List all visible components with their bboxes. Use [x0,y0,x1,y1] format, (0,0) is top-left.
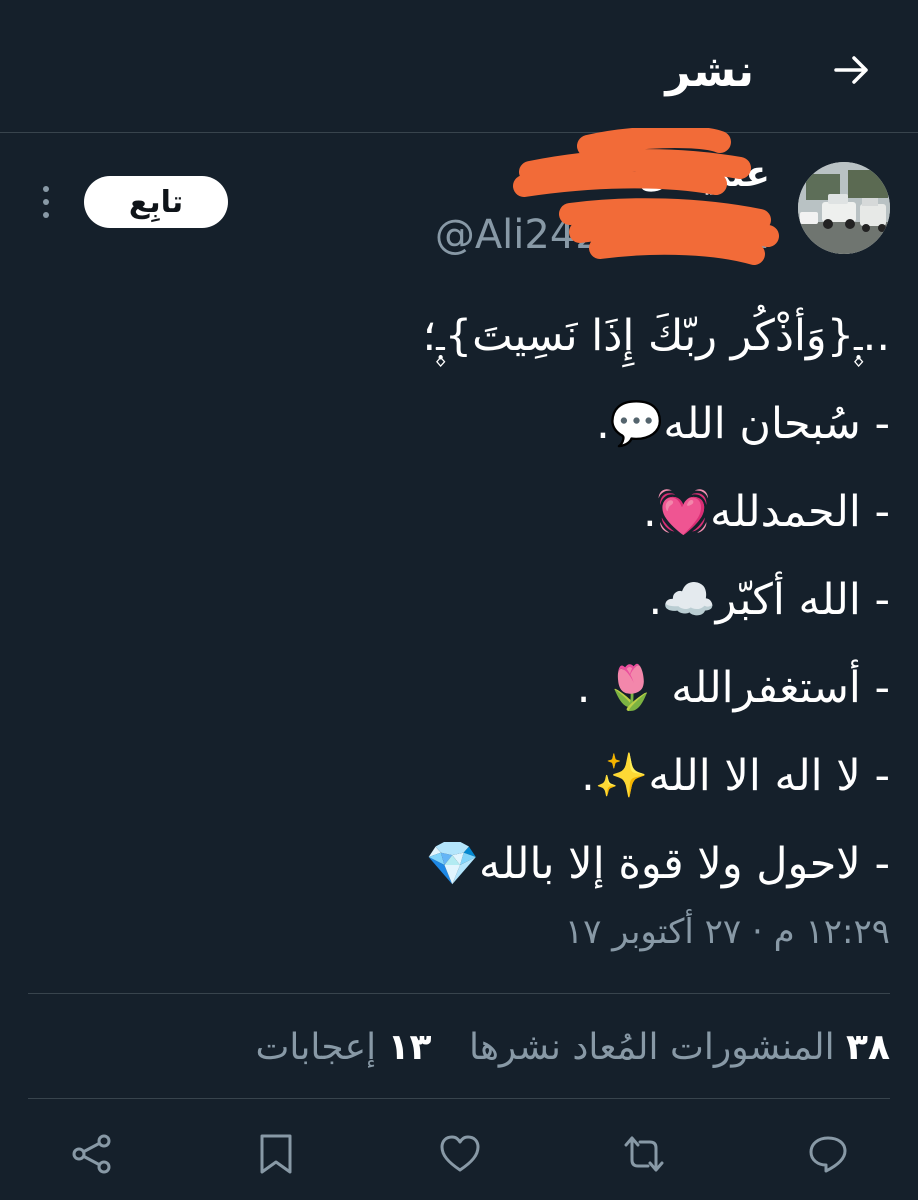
retweets-count: ٣٨ [846,1027,890,1068]
bookmark-icon [260,1134,292,1174]
retweet-button[interactable] [620,1130,668,1178]
arrow-right-icon [834,56,868,84]
tweet-timestamp[interactable]: ١٢:٢٩ م · ٢٧ أكتوبر ١٧ [565,906,890,958]
avatar-photo-cars-icon [798,162,890,254]
like-button[interactable] [436,1130,484,1178]
reply-icon [809,1136,847,1173]
tweet-line: - لاحول ولا قوة إلا بالله💎 [425,839,890,889]
reply-button[interactable] [804,1130,852,1178]
top-bar: نشر [0,0,918,133]
tweet-line: - الحمدلله💓. [642,487,890,537]
tweet-line: ..ـ۪ٜ{وَأذْكُر ربّكَ إِذَا نَسِيتَ}ـ۪ٜ؛ [422,311,890,361]
likes-label: إعجابات [255,1027,377,1068]
share-button[interactable] [68,1130,116,1178]
tweet-line: - سُبحان الله💬. [596,399,890,449]
divider [28,993,890,994]
avatar[interactable] [798,162,890,254]
retweets-label: المنشورات المُعاد نشرها [468,1027,835,1068]
bookmark-button[interactable] [252,1130,300,1178]
tweet-line: - أستغفرالله 🌷 . [576,663,890,713]
redaction-scribble [513,128,779,265]
likes-stat[interactable]: ١٣ إعجابات [256,1020,432,1076]
page-title: نشر [665,46,754,97]
tweet-line: - الله أكبّر☁️. [648,575,890,625]
follow-button[interactable]: تابِع [84,176,228,228]
tweet-text: ..ـ۪ٜ{وَأذْكُر ربّكَ إِذَا نَسِيتَ}ـ۪ٜ؛ … [30,292,890,908]
like-icon [440,1135,480,1172]
more-options-icon[interactable] [36,182,56,222]
divider [28,1098,890,1099]
likes-count: ١٣ [387,1027,432,1068]
retweet-icon [624,1136,664,1172]
back-button[interactable] [830,48,874,92]
engagement-stats: ٣٨ المنشورات المُعاد نشرها ١٣ إعجابات [230,1020,890,1076]
retweets-stat[interactable]: ٣٨ المنشورات المُعاد نشرها [469,1020,890,1076]
share-icon [72,1134,111,1174]
tweet-line: - لا اله الا الله✨. [581,751,890,801]
